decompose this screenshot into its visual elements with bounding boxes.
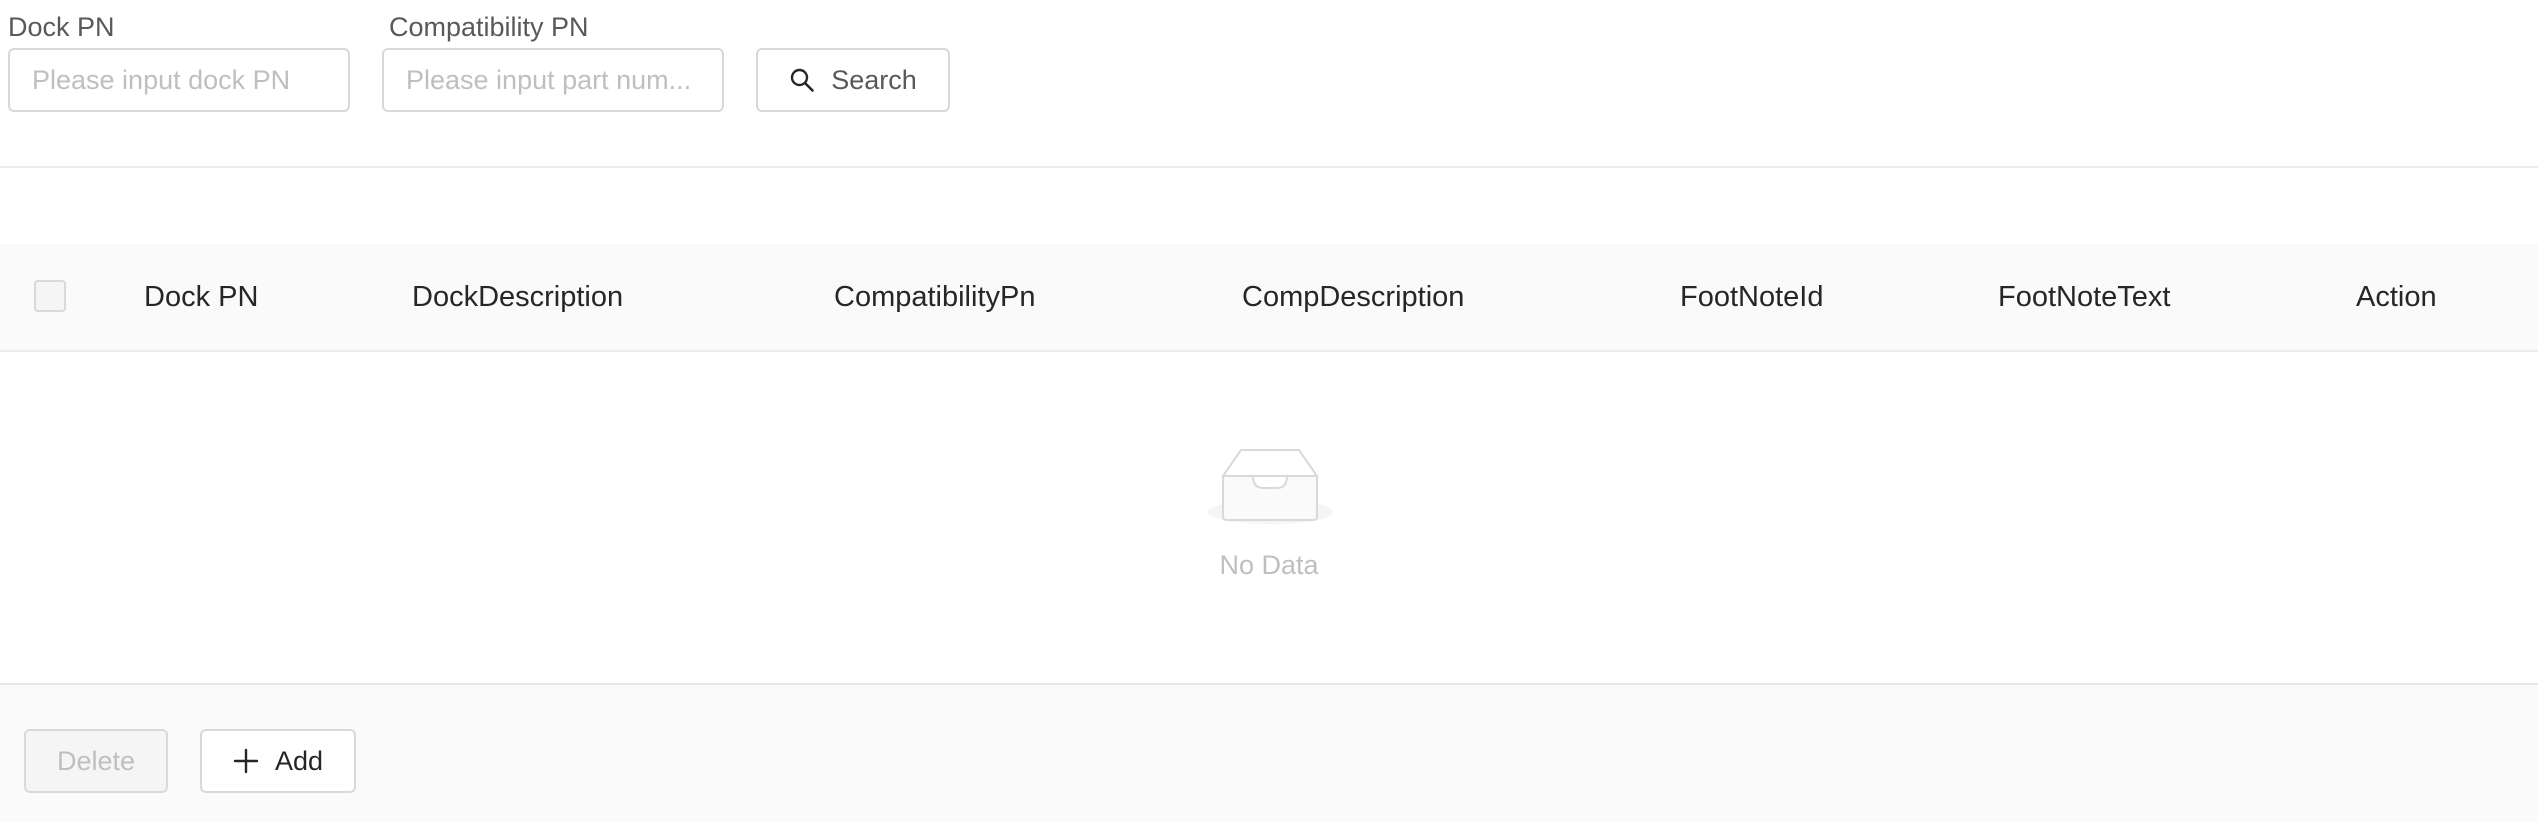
column-header-compatibility-pn[interactable]: CompatibilityPn — [834, 244, 1035, 350]
add-button-label: Add — [274, 745, 324, 776]
empty-inbox-icon — [1205, 444, 1335, 531]
search-icon — [789, 67, 815, 93]
delete-button[interactable]: Delete — [24, 729, 168, 793]
table-header: Dock PN DockDescription CompatibilityPn … — [0, 244, 2538, 352]
select-all-checkbox[interactable] — [34, 280, 66, 312]
add-button[interactable]: Add — [200, 729, 356, 793]
search-button[interactable]: Search — [756, 48, 950, 112]
empty-text: No Data — [1219, 550, 1319, 580]
column-header-action[interactable]: Action — [2356, 244, 2437, 350]
column-header-dock-pn[interactable]: Dock PN — [144, 244, 258, 350]
dock-pn-input[interactable] — [8, 48, 350, 112]
delete-button-label: Delete — [56, 745, 136, 776]
column-header-comp-description[interactable]: CompDescription — [1242, 244, 1464, 350]
compatibility-pn-label: Compatibility PN — [389, 12, 589, 42]
column-header-footnote-text[interactable]: FootNoteText — [1998, 244, 2170, 350]
search-button-label: Search — [831, 64, 917, 95]
table-footer: Delete Add — [0, 685, 2538, 822]
column-header-dock-description[interactable]: DockDescription — [412, 244, 623, 350]
column-header-footnote-id[interactable]: FootNoteId — [1680, 244, 1823, 350]
table-empty-state: No Data — [0, 352, 2538, 685]
filter-bar: Dock PN Compatibility PN Search — [0, 0, 2538, 168]
compatibility-pn-input[interactable] — [382, 48, 724, 112]
dock-pn-label: Dock PN — [8, 12, 115, 42]
plus-icon — [233, 748, 259, 774]
